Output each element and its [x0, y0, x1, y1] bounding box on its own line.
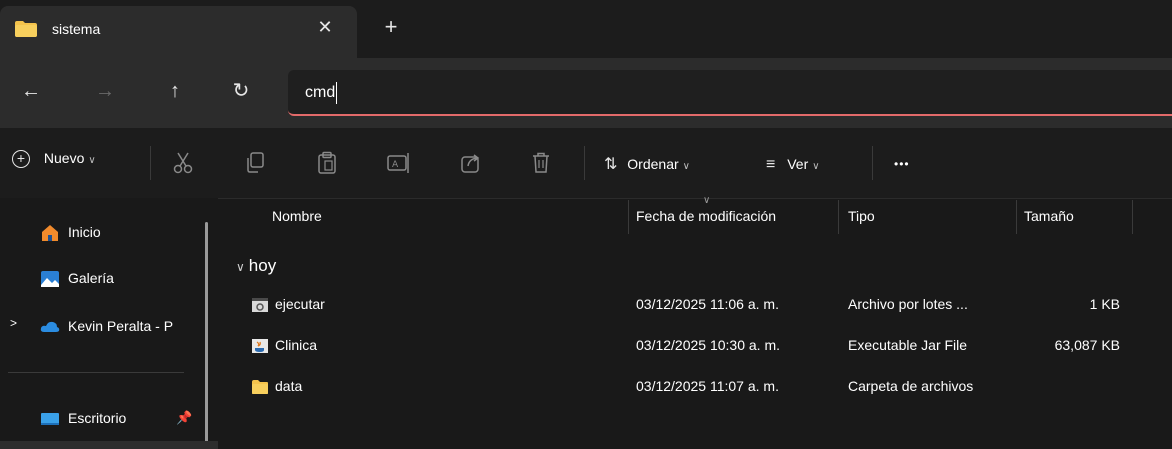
toolbar-divider	[584, 146, 585, 180]
sort-arrows-icon: ⇅	[604, 156, 618, 173]
gallery-icon	[41, 271, 59, 288]
column-header-size[interactable]: Tamaño	[1024, 208, 1074, 224]
chevron-down-icon: ∨	[88, 155, 96, 166]
file-type: Archivo por lotes ...	[848, 296, 968, 312]
svg-text:A: A	[392, 160, 399, 170]
chevron-down-icon: ∨	[236, 260, 245, 274]
sidebar-item-inicio[interactable]: Inicio	[40, 219, 101, 245]
column-separator[interactable]	[1132, 200, 1133, 234]
plus-circle-icon: +	[12, 150, 30, 169]
sidebar-scrollbar[interactable]	[205, 222, 208, 449]
group-header-hoy[interactable]: ∨ hoy	[236, 256, 276, 276]
sort-button[interactable]: ⇅ Ordenar ∨	[604, 153, 690, 175]
view-button-label: Ver	[787, 156, 809, 172]
up-arrow-icon[interactable]: ↑	[160, 76, 190, 106]
copy-icon[interactable]	[244, 151, 266, 175]
share-icon[interactable]	[460, 151, 482, 175]
sidebar-item-label: Escritorio	[68, 410, 127, 426]
group-label: hoy	[248, 256, 277, 275]
chevron-down-icon: ∨	[682, 161, 690, 172]
column-header-type[interactable]: Tipo	[848, 208, 875, 224]
new-tab-button[interactable]: +	[378, 14, 404, 40]
paste-icon[interactable]	[316, 151, 338, 175]
expand-chevron-icon[interactable]: >	[10, 316, 17, 330]
file-size: 1 KB	[1089, 296, 1120, 312]
onedrive-icon	[40, 322, 60, 333]
more-options-icon[interactable]: •••	[894, 153, 910, 175]
refresh-icon[interactable]: ↻	[226, 76, 256, 106]
address-bar[interactable]	[288, 70, 1172, 116]
desktop-icon	[41, 413, 59, 426]
batch-file-icon	[252, 298, 268, 313]
sidebar-item-label: Kevin Peralta - P	[68, 318, 174, 334]
rename-icon[interactable]: A	[386, 151, 412, 175]
file-date: 03/12/2025 10:30 a. m.	[636, 337, 780, 353]
new-button[interactable]: + Nuevo ∨	[12, 150, 96, 176]
back-arrow-icon[interactable]: ←	[16, 76, 46, 106]
folder-icon	[15, 21, 37, 37]
column-separator[interactable]	[838, 200, 839, 234]
file-size: 63,087 KB	[1054, 337, 1120, 353]
tab-title: sistema	[52, 21, 101, 37]
text-caret	[336, 82, 337, 104]
file-date: 03/12/2025 11:06 a. m.	[636, 296, 779, 312]
java-jar-icon	[252, 339, 268, 354]
view-button[interactable]: ≡ Ver ∨	[766, 153, 820, 175]
address-input-text[interactable]: cmd	[305, 84, 335, 102]
sidebar-item-label: Galería	[68, 270, 114, 286]
file-date: 03/12/2025 11:07 a. m.	[636, 378, 779, 394]
file-type: Carpeta de archivos	[848, 378, 974, 394]
cut-icon[interactable]	[172, 151, 194, 175]
file-name-cell[interactable]: Clinica	[251, 337, 317, 354]
close-tab-icon[interactable]: ✕	[312, 14, 338, 40]
chevron-down-icon: ∨	[812, 161, 820, 172]
sort-indicator-icon: ∨	[703, 195, 711, 206]
sidebar-divider	[8, 372, 184, 373]
new-button-label: Nuevo	[43, 150, 85, 166]
file-name: Clinica	[275, 337, 318, 353]
file-name-cell[interactable]: data	[251, 378, 302, 395]
column-header-date[interactable]: Fecha de modificación	[636, 208, 776, 224]
file-name: data	[275, 378, 303, 394]
sort-button-label: Ordenar	[627, 156, 679, 172]
sidebar-item-onedrive[interactable]: Kevin Peralta - P	[40, 313, 173, 339]
folder-icon	[252, 380, 268, 395]
pin-icon[interactable]: 📌	[176, 410, 192, 426]
toolbar-divider	[872, 146, 873, 180]
home-icon	[42, 225, 58, 242]
column-header-name[interactable]: Nombre	[272, 208, 322, 224]
file-name-cell[interactable]: ejecutar	[251, 296, 325, 313]
column-separator[interactable]	[628, 200, 629, 234]
toolbar-divider	[150, 146, 151, 180]
column-separator[interactable]	[1016, 200, 1017, 234]
sidebar-item-galeria[interactable]: Galería	[40, 265, 114, 291]
sidebar-selected-highlight	[0, 441, 218, 449]
forward-arrow-icon[interactable]: →	[90, 76, 120, 106]
delete-icon[interactable]	[530, 151, 552, 175]
file-name: ejecutar	[275, 296, 325, 312]
sidebar-item-label: Inicio	[68, 224, 101, 240]
file-type: Executable Jar File	[848, 337, 968, 353]
view-lines-icon: ≡	[766, 156, 776, 173]
sidebar-item-escritorio[interactable]: Escritorio	[40, 405, 126, 431]
